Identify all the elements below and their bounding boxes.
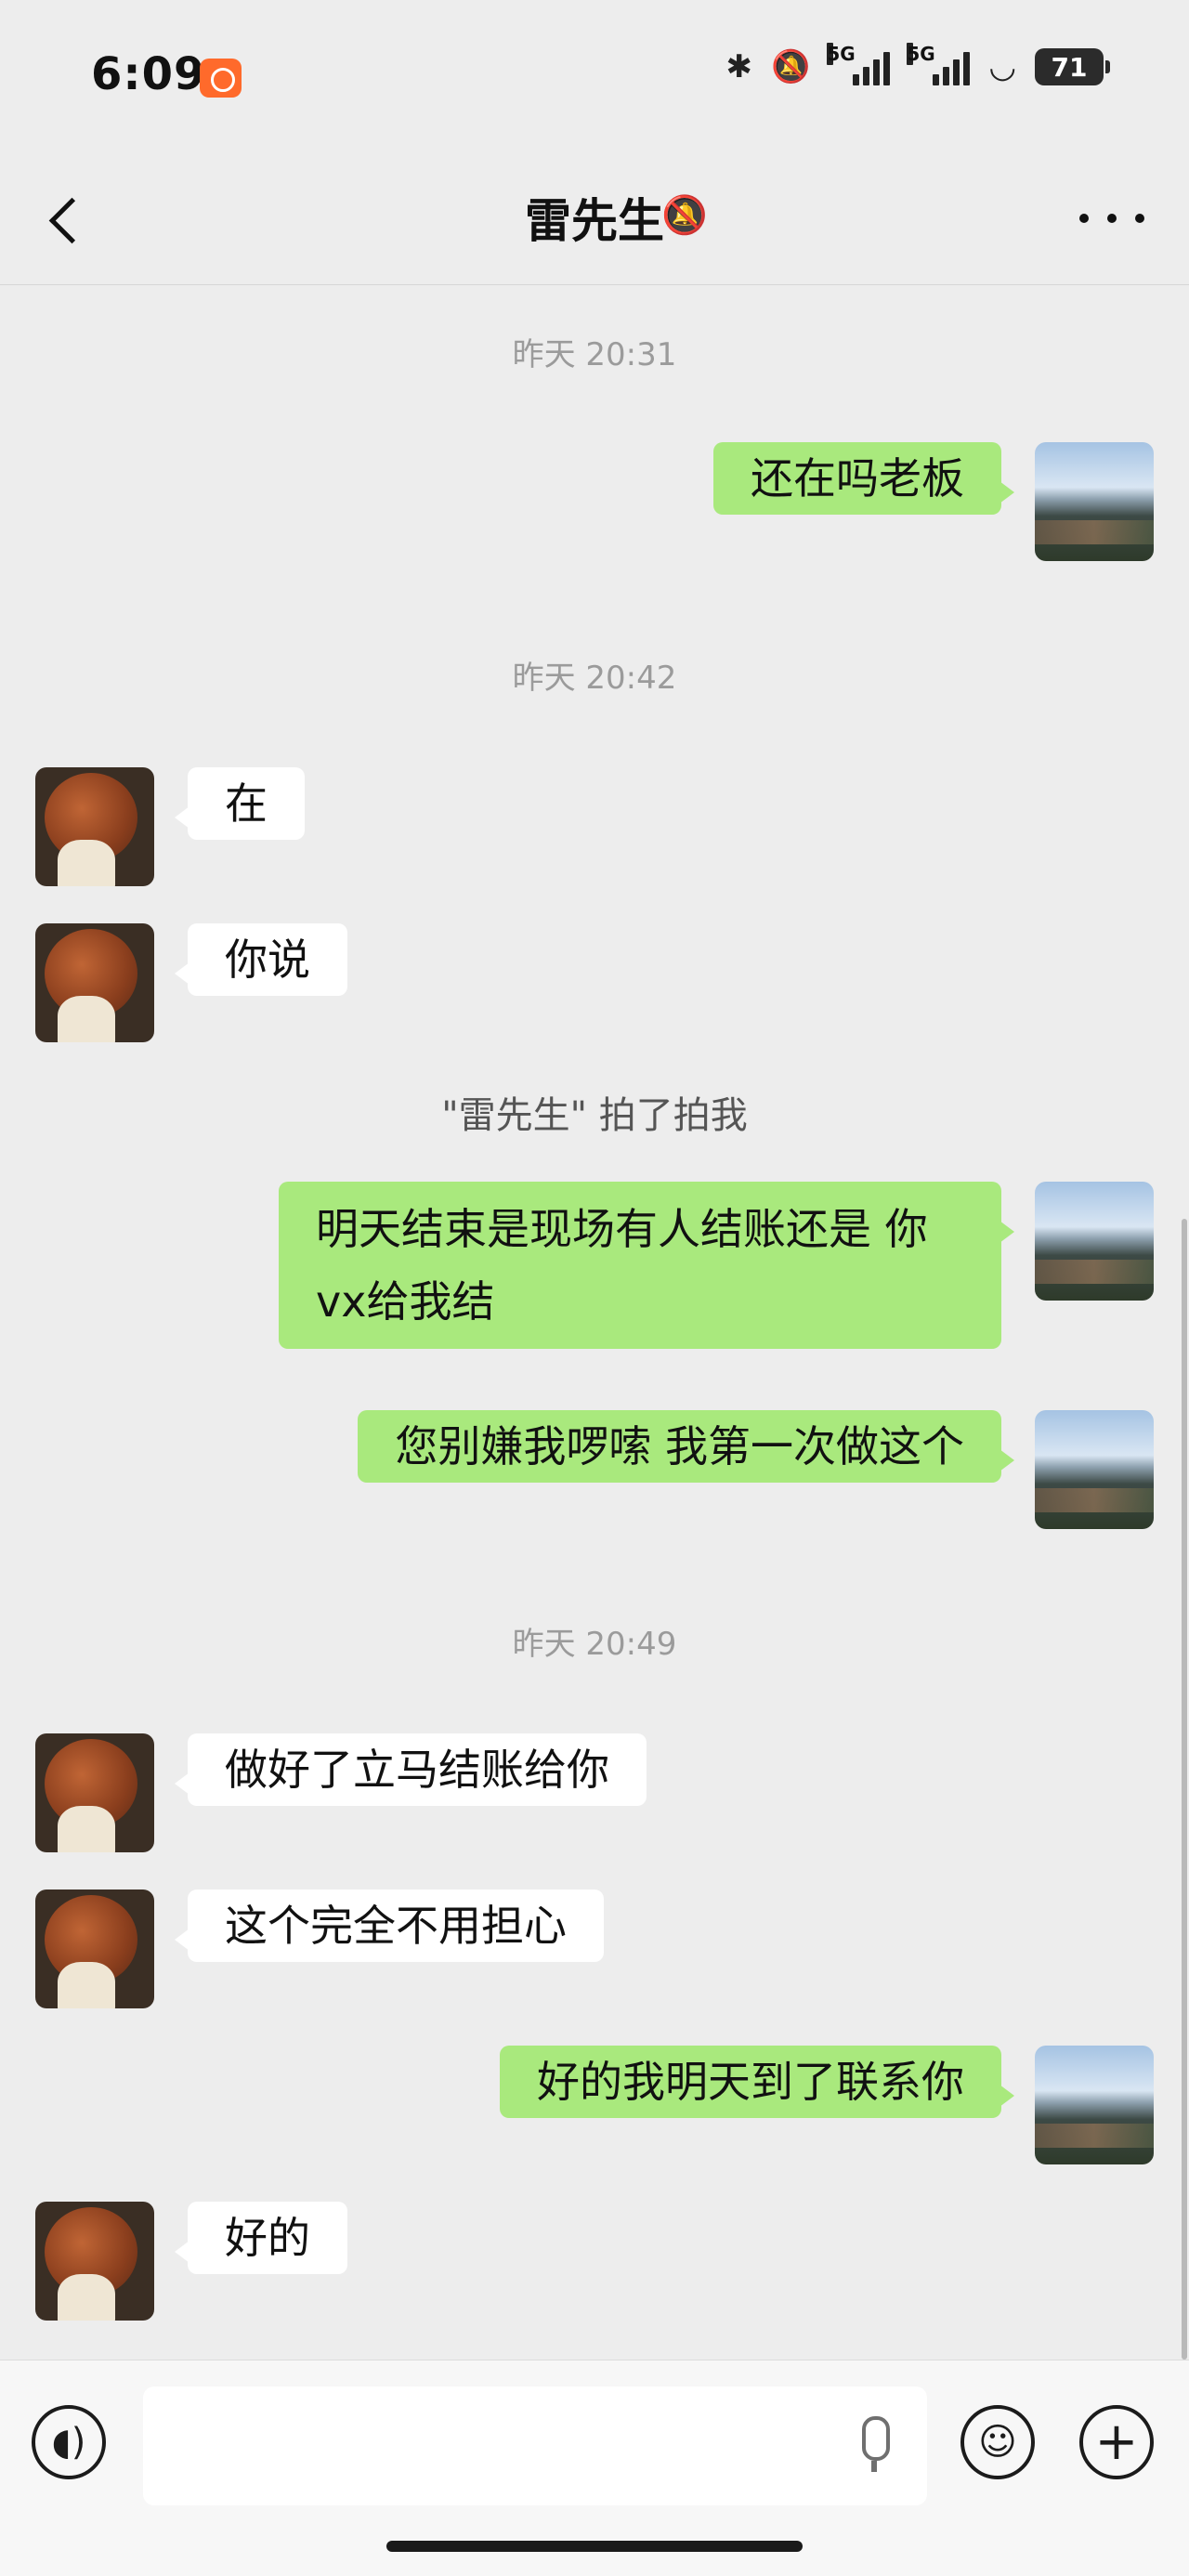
status-icons: ✱ 🔕 5G 5G ◡ 71 [725,43,1110,85]
notification-app-icon [200,59,242,98]
contact-name: 雷先生 [525,194,664,248]
message-bubble-out[interactable]: 明天结束是现场有人结账还是 你vx给我结 [279,1182,1014,1349]
message-bubble-in[interactable]: 这个完全不用担心 [175,1890,604,1962]
message-bubble-out[interactable]: 好的我明天到了联系你 [500,2046,1014,2118]
my-avatar[interactable] [1035,1182,1154,1301]
my-avatar[interactable] [1035,1410,1154,1529]
contact-avatar[interactable] [35,1733,154,1852]
contact-avatar[interactable] [35,767,154,886]
wifi-icon: ◡ [988,48,1016,85]
message-input[interactable] [143,2386,927,2505]
status-time: 6:09 [91,48,206,100]
plus-icon[interactable]: + [1079,2405,1154,2479]
message-bubble-in[interactable]: 做好了立马结账给你 [175,1733,647,1806]
timestamp: 昨天 20:31 [512,336,677,373]
my-avatar[interactable] [1035,442,1154,561]
battery-icon: 71 [1035,48,1110,85]
voice-icon[interactable]: ◖) [32,2405,106,2479]
home-indicator[interactable] [386,2541,803,2552]
chat-header: 雷先生 🔕 [0,149,1189,285]
bluetooth-icon: ✱ [725,48,752,85]
pat-notice: "雷先生" 拍了拍我 [441,1094,748,1137]
more-icon[interactable] [1079,186,1144,251]
network-type-label: 5G [907,43,935,65]
contact-avatar[interactable] [35,2202,154,2321]
chat-scrollbar[interactable] [1182,1219,1187,2360]
emoji-icon[interactable]: ☺ [960,2405,1035,2479]
bell-off-icon: 🔕 [661,194,708,237]
status-bar: 6:09 ✱ 🔕 5G 5G ◡ 71 [0,0,1189,149]
timestamp: 昨天 20:42 [512,660,677,697]
network-type-label: 5G [827,43,856,65]
message-bubble-out[interactable]: 还在吗老板 [713,442,1014,515]
message-bubble-in[interactable]: 在 [175,767,305,840]
mic-icon[interactable] [851,2416,897,2476]
signal-icon: 5G [827,43,891,85]
timestamp: 昨天 20:49 [512,1626,677,1663]
message-bubble-out[interactable]: 您别嫌我啰嗦 我第一次做这个 [358,1410,1014,1483]
signal-icon: 5G [907,43,971,85]
message-bubble-in[interactable]: 好的 [175,2202,347,2274]
contact-avatar[interactable] [35,923,154,1042]
message-list[interactable]: 昨天 20:31 还在吗老板 昨天 20:42 在 你说 "雷先生" 拍了拍我 … [0,284,1189,2360]
my-avatar[interactable] [1035,2046,1154,2164]
message-bubble-in[interactable]: 你说 [175,923,347,996]
contact-avatar[interactable] [35,1890,154,2008]
mute-icon: 🔕 [770,48,811,85]
